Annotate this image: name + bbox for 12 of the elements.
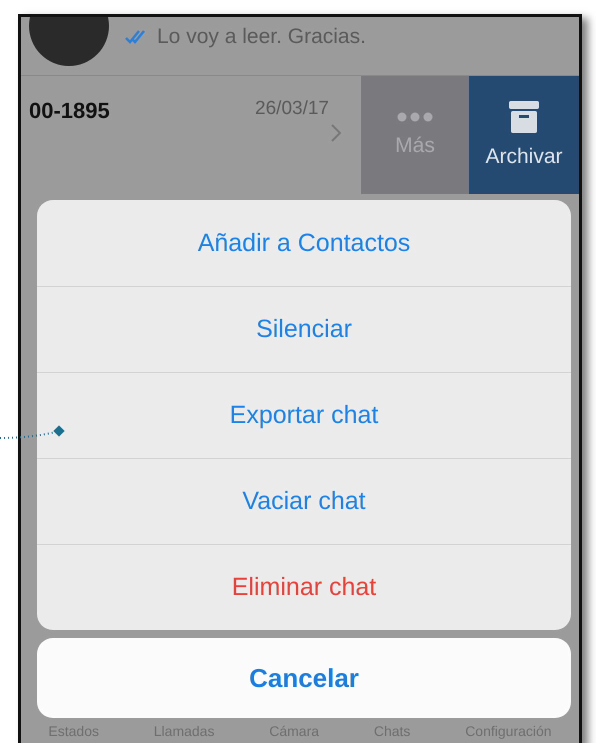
cancel-button[interactable]: Cancelar: [37, 638, 571, 718]
menu-option[interactable]: Vaciar chat: [37, 458, 571, 544]
contact-name: 00-1895: [29, 98, 110, 125]
ellipsis-icon: [397, 112, 433, 122]
chat-date: 26/03/17: [255, 98, 329, 121]
message-preview: Lo voy a leer. Gracias.: [157, 25, 366, 49]
menu-option[interactable]: Añadir a Contactos: [37, 200, 571, 286]
menu-option[interactable]: Silenciar: [37, 286, 571, 372]
archive-box-icon: [509, 101, 539, 133]
chevron-icon: [331, 124, 341, 142]
archive-button[interactable]: Archivar: [469, 76, 579, 194]
menu-option[interactable]: Eliminar chat: [37, 544, 571, 630]
